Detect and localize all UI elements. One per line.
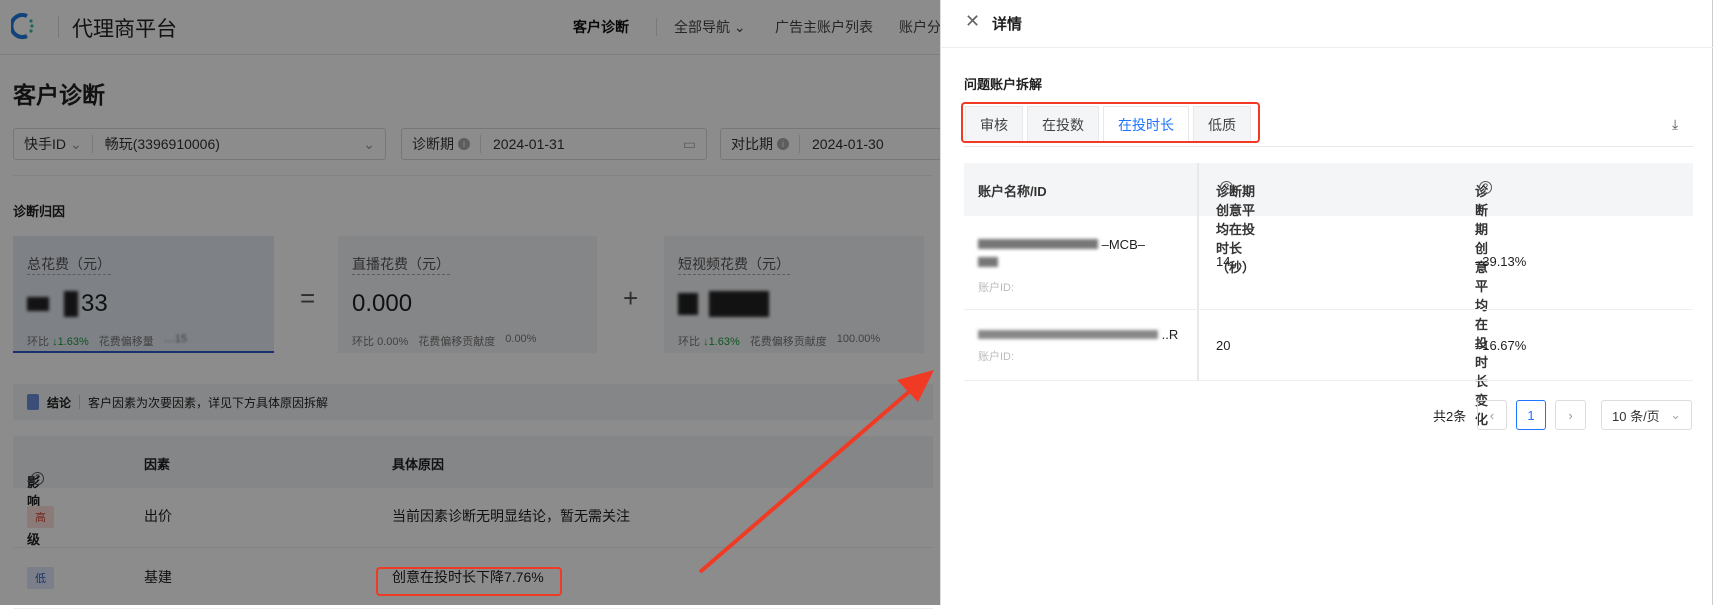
- change-value: –39.13%: [1475, 254, 1527, 269]
- help-icon[interactable]: ?: [1479, 181, 1492, 194]
- duration-value: 20: [1216, 338, 1231, 353]
- page-size-label: 10 条/页: [1612, 408, 1660, 424]
- drawer-header: ✕ 详情: [941, 0, 1713, 48]
- account-name: –MCB–: [978, 236, 1178, 272]
- change-value: –16.67%: [1475, 338, 1527, 353]
- total-count: 共2条: [1433, 409, 1467, 424]
- annotation-box: [961, 102, 1260, 143]
- close-icon[interactable]: ✕: [965, 11, 980, 32]
- background-page-edge: [1712, 0, 1719, 605]
- account-name: ..R: [978, 327, 1178, 342]
- help-icon[interactable]: ?: [1220, 181, 1233, 194]
- page-size-select[interactable]: 10 条/页 ⌄: [1601, 400, 1692, 430]
- header-account: 账户名称/ID: [978, 184, 1047, 199]
- tab-underline: [964, 146, 1693, 147]
- detail-drawer: ✕ 详情 问题账户拆解 审核 在投数 在投时长 低质 ⤓ 账户名称/ID 诊断期…: [940, 0, 1713, 605]
- account-table: 账户名称/ID 诊断期创意平均在投时长（秒）? 诊断期创意平均在投时长变化? –…: [964, 163, 1693, 427]
- table-row: –MCB– 账户ID: 14 –39.13%: [964, 216, 1693, 310]
- table-row: ..R 账户ID: 20 –16.67%: [964, 310, 1693, 381]
- table-header: 账户名称/ID 诊断期创意平均在投时长（秒）? 诊断期创意平均在投时长变化?: [964, 163, 1693, 427]
- download-icon[interactable]: ⤓: [1672, 116, 1678, 133]
- next-page-button[interactable]: ›: [1555, 400, 1586, 430]
- drawer-subtitle: 问题账户拆解: [964, 77, 1043, 92]
- duration-value: 14: [1216, 254, 1231, 269]
- account-id: 账户ID:: [978, 351, 1015, 363]
- prev-page-button[interactable]: ‹: [1477, 400, 1507, 430]
- account-id: 账户ID:: [978, 282, 1015, 294]
- page-1-button[interactable]: 1: [1516, 400, 1546, 430]
- chevron-down-icon: ⌄: [1670, 407, 1681, 422]
- drawer-title: 详情: [992, 16, 1023, 33]
